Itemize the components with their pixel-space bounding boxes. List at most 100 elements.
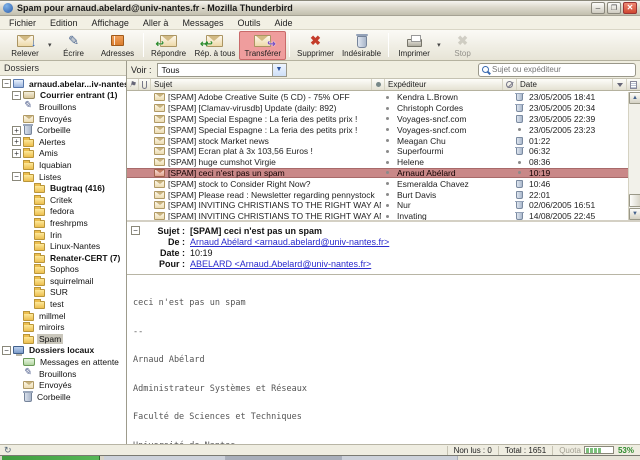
search-box[interactable] (478, 63, 636, 77)
folder-row[interactable]: Sophos (0, 264, 126, 276)
message-row[interactable]: [SPAM] huge cumshot VirgieHelene08:36 (127, 157, 628, 168)
folder-row[interactable]: freshrpms (0, 217, 126, 229)
expand-expander-icon[interactable] (12, 126, 21, 135)
folder-row-listes[interactable]: Listes (0, 171, 126, 183)
message-row[interactable]: [SPAM] Please read : Newsletter regardin… (127, 189, 628, 200)
folder-row-drafts-local[interactable]: Brouillons (0, 368, 126, 380)
folder-row[interactable]: Alertes (0, 136, 126, 148)
expand-expander-icon[interactable] (12, 137, 21, 146)
junk-column-header[interactable] (503, 79, 517, 90)
window-title: Spam pour arnaud.abelard@univ-nantes.fr … (17, 3, 591, 13)
expand-expander-icon[interactable] (12, 149, 21, 158)
collapse-expander-icon[interactable] (12, 91, 21, 100)
taskbar-button[interactable] (104, 456, 226, 460)
message-list-scrollbar[interactable]: ▲ ▼ (628, 92, 640, 220)
folder-row[interactable]: miroirs (0, 321, 126, 333)
folder-row[interactable]: millmel (0, 310, 126, 322)
message-row[interactable]: [SPAM] Special Espagne : La feria des pe… (127, 124, 628, 135)
subject-column-header[interactable]: Sujet (151, 79, 372, 90)
message-row[interactable]: [SPAM] Special Espagne : La feria des pe… (127, 114, 628, 125)
folder-row[interactable]: Amis (0, 148, 126, 160)
column-picker-button[interactable] (627, 79, 640, 90)
to-link[interactable]: ABELARD <Arnaud.Abelard@univ-nantes.fr> (190, 259, 371, 269)
view-select[interactable]: Tous ▼ (157, 63, 287, 77)
print-button[interactable]: Imprimer (392, 31, 436, 60)
menu-edition[interactable]: Edition (43, 17, 85, 29)
taskbar-button-active[interactable] (226, 456, 342, 460)
folder-row-trash[interactable]: Corbeille (0, 124, 126, 136)
message-row[interactable]: [SPAM] Adobe Creative Suite (5 CD) - 75%… (127, 92, 628, 103)
taskbar-button[interactable] (342, 456, 458, 460)
start-button[interactable] (2, 456, 100, 460)
get-mail-button[interactable]: ↓ Relever (3, 31, 47, 60)
minimize-button[interactable] (591, 2, 605, 14)
folder-row[interactable]: Iquabian (0, 159, 126, 171)
folder-row-trash-local[interactable]: Corbeille (0, 391, 126, 403)
get-mail-dropdown-arrow[interactable]: ▾ (48, 41, 52, 49)
restore-button[interactable] (607, 2, 621, 14)
folder-row-local-folders[interactable]: Dossiers locaux (0, 345, 126, 357)
attachment-column-header[interactable] (139, 79, 151, 90)
folder-row-account[interactable]: arnaud.abelar...iv-nantes.fr (0, 78, 126, 90)
folder-row[interactable]: SUR (0, 287, 126, 299)
folder-icon (23, 324, 34, 332)
scroll-down-arrow-icon[interactable]: ▼ (629, 208, 640, 220)
folder-row[interactable]: Critek (0, 194, 126, 206)
folder-row-unsent[interactable]: Messages en attente (0, 356, 126, 368)
collapse-header-button[interactable]: − (131, 226, 140, 235)
collapse-expander-icon[interactable] (12, 172, 21, 181)
folder-row[interactable]: Bugtraq (416) (0, 182, 126, 194)
junk-button[interactable]: Indésirable (338, 31, 385, 60)
folder-row[interactable]: Renater-CERT (7) (0, 252, 126, 264)
compose-button[interactable]: ✎ Écrire (52, 31, 96, 60)
junk-status-icon (506, 81, 513, 88)
folder-row[interactable]: squirrelmail (0, 275, 126, 287)
flag-column-header[interactable] (127, 79, 139, 90)
reply-all-button[interactable]: ↩↩ Rép. à tous (191, 31, 240, 60)
collapse-expander-icon[interactable] (2, 346, 11, 355)
addresses-button[interactable]: Adresses (96, 31, 140, 60)
message-row[interactable]: [SPAM] stock Market newsMeagan Chu01:22 (127, 135, 628, 146)
folder-row[interactable]: test (0, 298, 126, 310)
menu-affichage[interactable]: Affichage (85, 17, 136, 29)
collapse-expander-icon[interactable] (2, 79, 11, 88)
folder-row-inbox[interactable]: Courrier entrant (1) (0, 90, 126, 102)
forward-button[interactable]: ↪ Transférer (239, 31, 286, 60)
scroll-up-arrow-icon[interactable]: ▲ (629, 92, 640, 104)
sender-column-header[interactable]: Expéditeur (385, 79, 503, 90)
reply-button[interactable]: ↩ Répondre (147, 31, 191, 60)
folder-row-sent-local[interactable]: Envoyés (0, 379, 126, 391)
folder-row-sent[interactable]: Envoyés (0, 113, 126, 125)
stop-button[interactable]: ✖ Stop (441, 31, 485, 60)
delete-button[interactable]: ✖ Supprimer (293, 31, 338, 60)
folder-row[interactable]: fedora (0, 206, 126, 218)
quota-bar (584, 446, 614, 454)
message-row[interactable]: [SPAM] [Clamav-virusdb] Update (daily: 8… (127, 103, 628, 114)
menu-outils[interactable]: Outils (230, 17, 267, 29)
close-button[interactable] (623, 2, 637, 14)
folder-row[interactable]: Irin (0, 229, 126, 241)
message-row[interactable]: [SPAM] stock to Consider Right Now?Esmer… (127, 178, 628, 189)
message-row[interactable]: [SPAM] INVITING CHRISTIANS TO THE RIGHT … (127, 211, 628, 220)
folder-row-drafts[interactable]: Brouillons (0, 101, 126, 113)
read-column-header[interactable] (372, 79, 385, 90)
envelope-icon (154, 191, 165, 199)
menu-aide[interactable]: Aide (267, 17, 299, 29)
chevron-down-icon[interactable]: ▼ (272, 64, 286, 76)
search-input[interactable] (492, 65, 632, 74)
message-row[interactable]: [SPAM] Ecran plat à 3x 103,56 Euros !Sup… (127, 146, 628, 157)
message-row[interactable]: [SPAM] INVITING CHRISTIANS TO THE RIGHT … (127, 200, 628, 211)
folder-icon (23, 174, 34, 182)
sort-direction-header[interactable] (613, 79, 627, 90)
menu-fichier[interactable]: Fichier (2, 17, 43, 29)
from-link[interactable]: Arnaud Abélard <arnaud.abelard@univ-nant… (190, 237, 389, 247)
menu-messages[interactable]: Messages (175, 17, 230, 29)
junk-mark-icon (516, 104, 523, 112)
message-row-selected[interactable]: [SPAM] ceci n'est pas un spamArnaud Abél… (127, 168, 628, 179)
folder-row[interactable]: Linux-Nantes (0, 240, 126, 252)
menu-aller-a[interactable]: Aller à (136, 17, 176, 29)
date-column-header[interactable]: Date (517, 79, 613, 90)
folder-row-spam-selected[interactable]: Spam (0, 333, 126, 345)
to-label: Pour : (147, 259, 185, 269)
scrollbar-thumb[interactable] (629, 194, 640, 207)
